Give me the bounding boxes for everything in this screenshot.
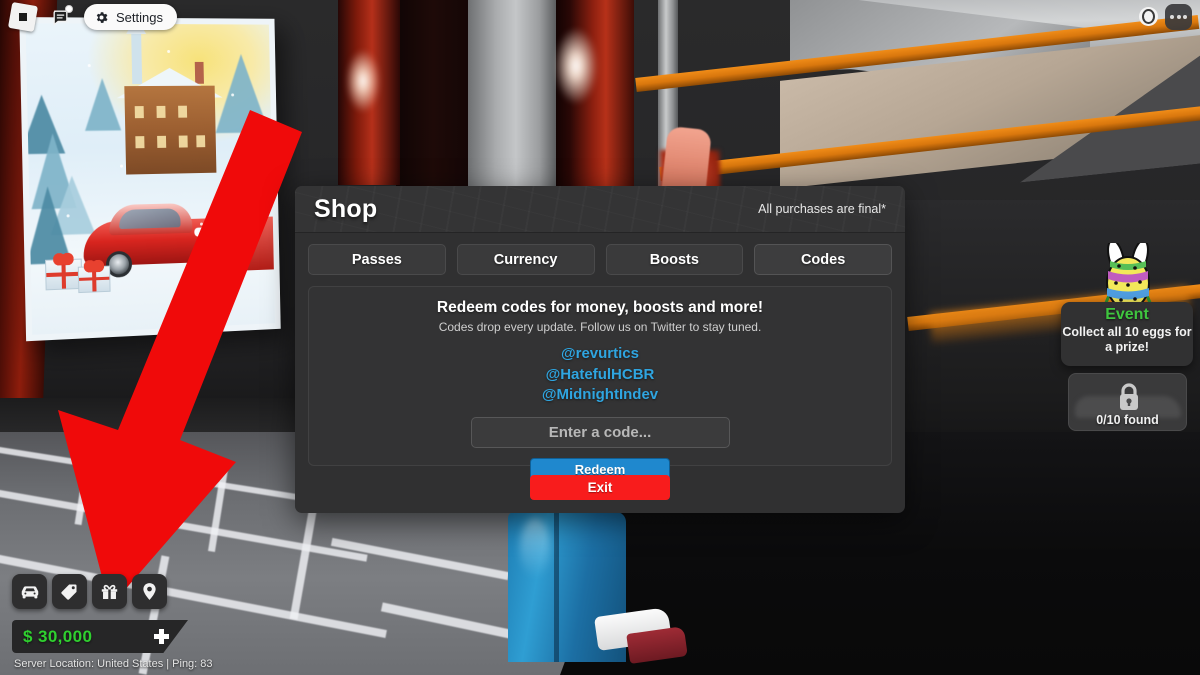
map-pin-icon <box>143 583 156 600</box>
code-input[interactable]: Enter a code... <box>470 416 730 448</box>
settings-label: Settings <box>116 9 163 25</box>
tab-boosts[interactable]: Boosts <box>605 244 744 275</box>
hud-cars-button[interactable] <box>12 574 47 609</box>
purchase-disclaimer: All purchases are final* <box>758 202 886 216</box>
easter-egg-bunny-icon <box>1083 239 1173 311</box>
codes-panel: Redeem codes for money, boosts and more!… <box>308 286 892 481</box>
hud-shop-button[interactable] <box>52 574 87 609</box>
currency-bar: $ 30,000 <box>12 620 188 653</box>
settings-button[interactable]: Settings <box>84 4 177 30</box>
tab-codes[interactable]: Codes <box>754 244 892 275</box>
egg-count-label: 0/10 found <box>1096 413 1159 427</box>
chat-notification-badge <box>65 5 73 13</box>
exit-button[interactable]: Exit <box>530 475 670 500</box>
shop-header: Shop All purchases are final* <box>295 186 905 233</box>
car-icon <box>21 585 38 598</box>
twitter-handle-list: @revurtics @HatefulHCBR @MidnightIndev <box>309 344 891 406</box>
gear-icon <box>96 11 108 23</box>
event-info-card: Event Collect all 10 eggs for a prize! <box>1061 302 1193 366</box>
gift-icon <box>101 584 118 600</box>
record-circle-icon[interactable] <box>1139 7 1158 26</box>
hud-rewards-button[interactable] <box>92 574 127 609</box>
red-annotation-arrow <box>58 110 302 607</box>
hud-locations-button[interactable] <box>132 574 167 609</box>
tab-passes[interactable]: Passes <box>308 244 446 275</box>
hud-button-bar <box>12 574 167 609</box>
character-highlight <box>520 518 550 578</box>
roblox-logo-icon[interactable] <box>7 1 39 33</box>
twitter-handle-revurtics[interactable]: @revurtics <box>309 344 891 365</box>
game-screen: Settings Shop All purchases are final* P… <box>0 0 1200 675</box>
event-description: Collect all 10 eggs for a prize! <box>1062 325 1192 354</box>
twitter-handle-midnightindev[interactable]: @MidnightIndev <box>309 385 891 406</box>
tab-currency[interactable]: Currency <box>456 244 595 275</box>
page-title: Shop <box>314 194 378 223</box>
server-status-text: Server Location: United States | Ping: 8… <box>14 658 213 670</box>
codes-heading: Redeem codes for money, boosts and more! <box>436 299 764 316</box>
shop-panel: Shop All purchases are final* Passes Cur… <box>295 186 905 513</box>
lock-icon <box>1120 383 1138 410</box>
code-input-placeholder: Enter a code... <box>548 423 652 441</box>
event-title: Event <box>1105 306 1149 323</box>
currency-amount: $ 30,000 <box>23 626 93 646</box>
event-reward-locked[interactable]: 0/10 found <box>1068 373 1187 431</box>
roblox-topbar: Settings <box>0 0 1200 34</box>
chat-button[interactable] <box>46 4 74 30</box>
shop-tab-bar: Passes Currency Boosts Codes <box>295 233 905 275</box>
twitter-handle-hatefulhcbr[interactable]: @HatefulHCBR <box>309 365 891 386</box>
price-tag-icon <box>61 584 77 600</box>
ellipsis-menu-icon[interactable] <box>1165 4 1192 30</box>
add-currency-button[interactable] <box>154 629 169 644</box>
codes-subheading: Codes drop every update. Follow us on Tw… <box>438 320 762 334</box>
